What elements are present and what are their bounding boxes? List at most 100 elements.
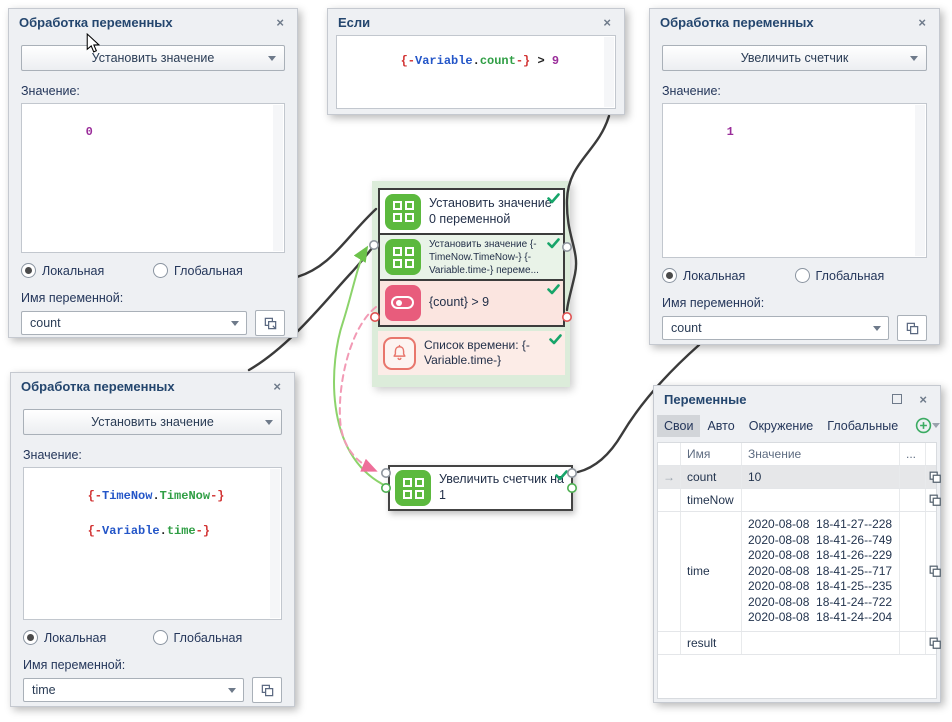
copy-value-button[interactable]: [926, 632, 944, 654]
block-label: Список времени: {-Variable.time-}: [424, 338, 560, 368]
panel-body: Увеличить счетчик Значение: 1 Локальная …: [650, 45, 939, 353]
copy-button[interactable]: [897, 315, 927, 341]
tab-environment[interactable]: Окружение: [742, 415, 821, 437]
table-row-count[interactable]: → count 10: [658, 466, 936, 489]
copy-value-button[interactable]: [926, 466, 944, 488]
condition-code-editor[interactable]: {-Variable.count-} > 9: [336, 35, 616, 109]
checkmark-icon: [547, 236, 560, 254]
radio-global[interactable]: Глобальная: [795, 268, 928, 283]
variable-name-combobox[interactable]: time: [23, 678, 244, 702]
action-dropdown[interactable]: Установить значение: [23, 409, 282, 435]
link-panel-to-set-zero: [297, 209, 376, 277]
panel-body: Установить значение Значение: 0 Локальна…: [9, 45, 297, 348]
value-editor[interactable]: 0: [21, 103, 285, 253]
variables-tab-bar: Свои Авто Окружение Глобальные: [654, 412, 940, 439]
checkmark-icon: [549, 332, 562, 350]
table-header-row: Имя Значение ...: [658, 443, 936, 466]
tab-own[interactable]: Свои: [657, 415, 700, 437]
close-icon[interactable]: ×: [600, 14, 614, 31]
add-variable-button[interactable]: [915, 417, 932, 434]
code-token: .: [160, 524, 167, 538]
code-token: {-: [88, 524, 102, 538]
chevron-down-icon: [265, 420, 273, 425]
action-dropdown[interactable]: Увеличить счетчик: [662, 45, 927, 71]
timestamp-line: 2020-08-08 18-41-25--717: [748, 564, 893, 580]
scrollbar-track[interactable]: [604, 37, 614, 107]
panel-variable-processing-top-right: Обработка переменных × Увеличить счетчик…: [649, 8, 940, 345]
timestamp-line: 2020-08-08 18-41-26--749: [748, 533, 893, 549]
value-label: Значение:: [662, 84, 927, 98]
workflow-block-condition[interactable]: {count} > 9: [378, 279, 565, 327]
panel-title-bar: Обработка переменных ×: [9, 9, 297, 35]
copy-button[interactable]: [252, 677, 282, 703]
radio-local[interactable]: Локальная: [21, 263, 153, 278]
scrollbar-track[interactable]: [915, 105, 925, 256]
chevron-down-icon: [910, 56, 918, 61]
panel-title: Если: [338, 15, 370, 30]
cell-indicator: [658, 632, 681, 654]
link-if-panel-to-condition: [567, 116, 609, 310]
table-row-timenow[interactable]: timeNow: [658, 489, 936, 512]
close-icon[interactable]: ×: [273, 14, 287, 31]
panel-body: Установить значение Значение: {-TimeNow.…: [11, 409, 294, 715]
panel-title: Переменные: [664, 392, 746, 407]
value-editor[interactable]: 1: [662, 103, 927, 258]
action-dropdown-value: Установить значение: [92, 51, 215, 65]
plus-circle-icon: [915, 417, 932, 434]
maximize-icon[interactable]: [892, 394, 902, 404]
copy-value-button[interactable]: [926, 489, 944, 511]
variable-name-combobox[interactable]: count: [21, 311, 247, 335]
action-dropdown[interactable]: Установить значение: [21, 45, 285, 71]
grid-squares-icon: [385, 239, 421, 275]
value-editor[interactable]: {-TimeNow.TimeNow-} {-Variable.time-}: [23, 467, 282, 620]
radio-local[interactable]: Локальная: [662, 268, 795, 283]
cell-name: count: [681, 466, 742, 488]
workflow-block-alert[interactable]: Список времени: {-Variable.time-}: [378, 331, 565, 375]
radio-global[interactable]: Глобальная: [153, 263, 285, 278]
copy-button[interactable]: [255, 310, 285, 336]
variable-name-row: count: [21, 310, 285, 336]
timestamp-line: 2020-08-08 18-41-27--228: [748, 517, 893, 533]
action-dropdown-value: Установить значение: [91, 415, 214, 429]
code-token: 9: [552, 54, 559, 68]
variable-name-label: Имя переменной:: [23, 658, 282, 672]
copy-value-button[interactable]: [926, 512, 944, 631]
scrollbar-track[interactable]: [270, 469, 280, 618]
block-label: Установить значение {-TimeNow.TimeNow-} …: [429, 238, 558, 277]
panel-title-bar: Если ×: [328, 9, 624, 35]
tab-auto[interactable]: Авто: [700, 415, 741, 437]
timestamp-line: 2020-08-08 18-41-26--229: [748, 548, 893, 564]
tab-global[interactable]: Глобальные: [820, 415, 905, 437]
chevron-down-icon[interactable]: [932, 423, 940, 428]
radio-button-icon: [153, 630, 168, 645]
cell-more: [900, 512, 926, 631]
table-row-time[interactable]: time 2020-08-08 18-41-27--228 2020-08-08…: [658, 512, 936, 632]
code-token: Variable: [415, 54, 473, 68]
close-icon[interactable]: ×: [916, 391, 930, 408]
panel-title: Обработка переменных: [21, 379, 175, 394]
chevron-down-icon: [873, 326, 881, 331]
workflow-block-increment[interactable]: Увеличить счетчик на 1: [388, 465, 573, 511]
link-condition-false-branch: [340, 307, 376, 470]
chevron-down-icon: [228, 688, 236, 693]
workflow-block-set-zero[interactable]: Установить значение 0 переменной: [378, 188, 565, 235]
scrollbar-track[interactable]: [273, 105, 283, 251]
copy-pages-icon: [928, 636, 942, 650]
close-icon[interactable]: ×: [915, 14, 929, 31]
workflow-block-set-time[interactable]: Установить значение {-TimeNow.TimeNow-} …: [378, 233, 565, 281]
radio-local[interactable]: Локальная: [23, 630, 153, 645]
header-indicator-cell: [658, 443, 681, 465]
close-icon[interactable]: ×: [270, 378, 284, 395]
cell-value: [742, 632, 900, 654]
block-label: Установить значение 0 переменной: [429, 196, 558, 227]
table-row-result[interactable]: result: [658, 632, 936, 655]
cell-name: time: [681, 512, 742, 631]
workflow-group: Установить значение 0 переменной Установ…: [372, 181, 570, 387]
radio-global[interactable]: Глобальная: [153, 630, 283, 645]
radio-button-icon: [795, 268, 810, 283]
value-text: 0: [86, 125, 93, 139]
timestamp-line: 2020-08-08 18-41-24--722: [748, 595, 893, 611]
variable-name-combobox[interactable]: count: [662, 316, 889, 340]
code-token: .: [473, 54, 480, 68]
copy-pages-icon: [263, 316, 278, 331]
